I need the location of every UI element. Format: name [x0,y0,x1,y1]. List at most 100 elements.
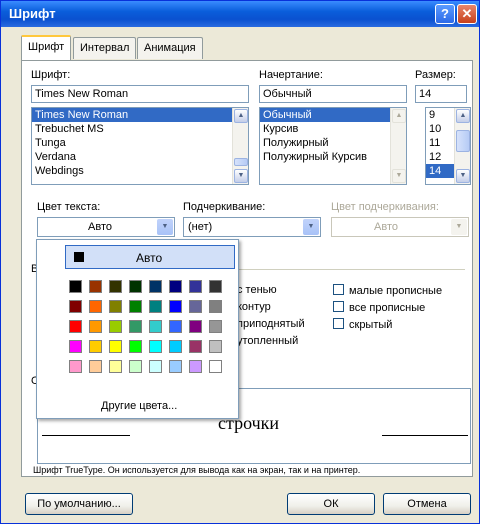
more-colors-button[interactable]: Другие цвета... [101,400,177,412]
underline-combo[interactable]: (нет) ▼ [183,217,321,237]
color-swatch[interactable] [89,280,102,293]
style-input[interactable]: Обычный [259,85,407,103]
list-item[interactable]: Обычный [260,108,406,122]
list-item[interactable]: 14 [426,164,454,178]
color-swatch[interactable] [109,360,122,373]
tab-font[interactable]: Шрифт [21,35,72,60]
color-swatch[interactable] [69,280,82,293]
scroll-up-icon: ▲ [392,109,406,123]
list-item[interactable]: 10 [426,122,454,136]
checkbox-shadow[interactable]: с тенью [237,284,277,296]
preview-line-right [382,435,468,436]
list-item[interactable]: Полужирный Курсив [260,150,406,164]
scroll-thumb[interactable] [456,130,470,152]
list-item[interactable]: Verdana [32,150,248,164]
color-swatch[interactable] [169,320,182,333]
list-item[interactable]: Trebuchet MS [32,122,248,136]
checkbox-label: контур [237,301,271,313]
color-swatch[interactable] [149,280,162,293]
list-item[interactable]: Tunga [32,136,248,150]
color-swatch[interactable] [149,360,162,373]
checkbox-emboss[interactable]: приподнятый [237,318,305,330]
color-swatch[interactable] [69,300,82,313]
chevron-down-icon[interactable]: ▼ [303,219,319,235]
color-swatch[interactable] [189,340,202,353]
list-item[interactable]: 12 [426,150,454,164]
color-swatch[interactable] [109,280,122,293]
color-swatch[interactable] [169,360,182,373]
checkbox-hidden[interactable]: скрытый [333,318,392,331]
color-swatch[interactable] [169,340,182,353]
list-item[interactable]: Webdings [32,164,248,178]
checkbox-icon[interactable] [333,284,344,295]
color-swatch[interactable] [109,320,122,333]
help-button[interactable]: ? [435,4,455,24]
checkbox-small-caps[interactable]: малые прописные [333,284,442,297]
preview-line-left [42,435,130,436]
color-swatch[interactable] [129,300,142,313]
color-swatch[interactable] [209,320,222,333]
default-button[interactable]: По умолчанию... [25,493,133,515]
color-swatch[interactable] [69,340,82,353]
scroll-down-icon[interactable]: ▼ [456,169,470,183]
color-swatch[interactable] [89,340,102,353]
scroll-down-icon[interactable]: ▼ [234,169,248,183]
color-swatch[interactable] [189,280,202,293]
color-swatch[interactable] [89,360,102,373]
list-item[interactable]: 11 [426,136,454,150]
color-swatch[interactable] [89,320,102,333]
color-swatch[interactable] [109,300,122,313]
color-swatch[interactable] [129,280,142,293]
color-swatch[interactable] [109,340,122,353]
scroll-up-icon[interactable]: ▲ [234,109,248,123]
color-swatch[interactable] [89,300,102,313]
color-swatch[interactable] [209,300,222,313]
checkbox-outline[interactable]: контур [237,301,271,313]
list-item[interactable]: 9 [426,108,454,122]
style-list[interactable]: Обычный Курсив Полужирный Полужирный Курсив… [259,107,407,185]
color-swatch[interactable] [169,280,182,293]
color-swatch[interactable] [209,340,222,353]
tab-animation[interactable]: Анимация [137,37,203,59]
font-list[interactable]: Times New Roman Trebuchet MS Tunga Verdana W… [31,107,249,185]
list-item[interactable]: Times New Roman [32,108,248,122]
list-item[interactable]: Полужирный [260,136,406,150]
color-swatch[interactable] [169,300,182,313]
size-list-scrollbar[interactable]: ▲ ▼ [454,108,470,184]
checkbox-icon[interactable] [333,318,344,329]
color-swatch[interactable] [189,300,202,313]
color-swatch[interactable] [129,320,142,333]
checkbox-icon[interactable] [333,301,344,312]
title-bar[interactable]: Шрифт ? ✕ [1,1,479,27]
color-swatch[interactable] [129,340,142,353]
color-swatch[interactable] [209,360,222,373]
color-swatch[interactable] [149,340,162,353]
color-swatch[interactable] [69,360,82,373]
size-input[interactable]: 14 [415,85,467,103]
scroll-up-icon[interactable]: ▲ [456,109,470,123]
color-swatch[interactable] [69,320,82,333]
ok-button[interactable]: ОК [287,493,375,515]
list-item[interactable]: Курсив [260,122,406,136]
tab-spacing[interactable]: Интервал [73,37,137,59]
checkbox-all-caps[interactable]: все прописные [333,301,425,314]
color-swatch[interactable] [189,320,202,333]
close-button[interactable]: ✕ [457,4,477,24]
checkbox-label: с тенью [237,284,277,296]
color-swatch[interactable] [149,320,162,333]
cancel-button[interactable]: Отмена [383,493,471,515]
color-swatch[interactable] [209,280,222,293]
scroll-thumb[interactable] [234,158,248,166]
color-swatch[interactable] [129,360,142,373]
checkbox-engrave[interactable]: утопленный [237,335,298,347]
text-color-combo[interactable]: Авто ▼ [37,217,175,237]
font-input[interactable]: Times New Roman [31,85,249,103]
chevron-down-icon[interactable]: ▼ [157,219,173,235]
color-swatch[interactable] [149,300,162,313]
font-list-scrollbar[interactable]: ▲ ▼ [232,108,248,184]
auto-color-button[interactable]: Авто [65,245,235,269]
underline-value: (нет) [188,221,213,233]
underline-color-label: Цвет подчеркивания: [331,201,439,213]
size-list[interactable]: 9 10 11 12 14 ▲ ▼ [425,107,471,185]
color-swatch[interactable] [189,360,202,373]
